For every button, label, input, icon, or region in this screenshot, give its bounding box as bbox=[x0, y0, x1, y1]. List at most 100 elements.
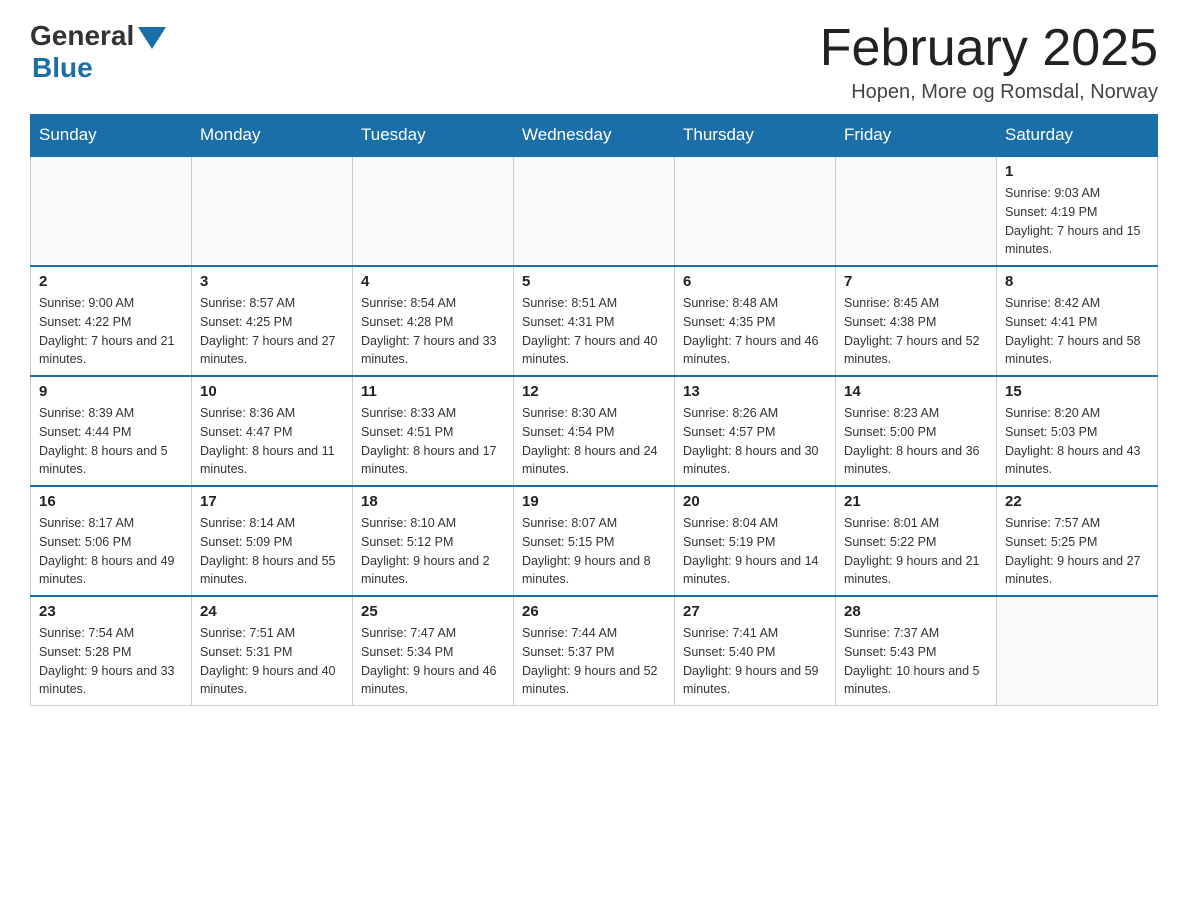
day-of-week-header: Wednesday bbox=[514, 115, 675, 157]
calendar-cell: 12 Sunrise: 8:30 AM Sunset: 4:54 PM Dayli… bbox=[514, 376, 675, 486]
calendar-cell: 15 Sunrise: 8:20 AM Sunset: 5:03 PM Dayli… bbox=[997, 376, 1158, 486]
day-info: Sunrise: 7:41 AM Sunset: 5:40 PM Dayligh… bbox=[683, 624, 827, 699]
day-info: Sunrise: 8:14 AM Sunset: 5:09 PM Dayligh… bbox=[200, 514, 344, 589]
day-info: Sunrise: 8:07 AM Sunset: 5:15 PM Dayligh… bbox=[522, 514, 666, 589]
day-number: 22 bbox=[1005, 493, 1149, 510]
logo: General Blue bbox=[30, 20, 166, 84]
day-number: 4 bbox=[361, 273, 505, 290]
calendar-week-row: 16 Sunrise: 8:17 AM Sunset: 5:06 PM Dayli… bbox=[31, 486, 1158, 596]
calendar-cell bbox=[192, 156, 353, 266]
calendar-cell: 9 Sunrise: 8:39 AM Sunset: 4:44 PM Daylig… bbox=[31, 376, 192, 486]
day-number: 3 bbox=[200, 273, 344, 290]
day-number: 7 bbox=[844, 273, 988, 290]
day-number: 14 bbox=[844, 383, 988, 400]
calendar-cell: 27 Sunrise: 7:41 AM Sunset: 5:40 PM Dayli… bbox=[675, 596, 836, 706]
calendar-week-row: 1 Sunrise: 9:03 AM Sunset: 4:19 PM Daylig… bbox=[31, 156, 1158, 266]
calendar-cell: 6 Sunrise: 8:48 AM Sunset: 4:35 PM Daylig… bbox=[675, 266, 836, 376]
calendar-cell: 25Sunrise: 7:47 AM Sunset: 5:34 PM Dayli… bbox=[353, 596, 514, 706]
day-number: 20 bbox=[683, 493, 827, 510]
day-number: 5 bbox=[522, 273, 666, 290]
calendar-cell bbox=[836, 156, 997, 266]
calendar-cell: 16 Sunrise: 8:17 AM Sunset: 5:06 PM Dayli… bbox=[31, 486, 192, 596]
day-number: 2 bbox=[39, 273, 183, 290]
logo-top: General bbox=[30, 20, 166, 52]
calendar-cell: 11 Sunrise: 8:33 AM Sunset: 4:51 PM Dayli… bbox=[353, 376, 514, 486]
calendar-cell: 28Sunrise: 7:37 AM Sunset: 5:43 PM Dayli… bbox=[836, 596, 997, 706]
month-title: February 2025 bbox=[820, 20, 1158, 77]
day-number: 18 bbox=[361, 493, 505, 510]
calendar-cell: 18 Sunrise: 8:10 AM Sunset: 5:12 PM Dayli… bbox=[353, 486, 514, 596]
calendar-cell: 24Sunrise: 7:51 AM Sunset: 5:31 PM Dayli… bbox=[192, 596, 353, 706]
day-info: Sunrise: 8:48 AM Sunset: 4:35 PM Dayligh… bbox=[683, 294, 827, 369]
day-info: Sunrise: 8:45 AM Sunset: 4:38 PM Dayligh… bbox=[844, 294, 988, 369]
day-info: Sunrise: 8:57 AM Sunset: 4:25 PM Dayligh… bbox=[200, 294, 344, 369]
logo-blue-text: Blue bbox=[32, 52, 93, 84]
calendar-header-row: SundayMondayTuesdayWednesdayThursdayFrid… bbox=[31, 115, 1158, 157]
day-info: Sunrise: 8:17 AM Sunset: 5:06 PM Dayligh… bbox=[39, 514, 183, 589]
day-number: 17 bbox=[200, 493, 344, 510]
day-info: Sunrise: 7:51 AM Sunset: 5:31 PM Dayligh… bbox=[200, 624, 344, 699]
day-info: Sunrise: 7:37 AM Sunset: 5:43 PM Dayligh… bbox=[844, 624, 988, 699]
day-number: 10 bbox=[200, 383, 344, 400]
day-number: 13 bbox=[683, 383, 827, 400]
title-section: February 2025 Hopen, More og Romsdal, No… bbox=[820, 20, 1158, 104]
day-number: 15 bbox=[1005, 383, 1149, 400]
day-info: Sunrise: 8:10 AM Sunset: 5:12 PM Dayligh… bbox=[361, 514, 505, 589]
calendar-cell bbox=[353, 156, 514, 266]
calendar-cell: 26 Sunrise: 7:44 AM Sunset: 5:37 PM Dayli… bbox=[514, 596, 675, 706]
day-info: Sunrise: 8:51 AM Sunset: 4:31 PM Dayligh… bbox=[522, 294, 666, 369]
calendar-cell: 14 Sunrise: 8:23 AM Sunset: 5:00 PM Dayli… bbox=[836, 376, 997, 486]
calendar-cell: 4Sunrise: 8:54 AM Sunset: 4:28 PM Daylig… bbox=[353, 266, 514, 376]
logo-general-text: General bbox=[30, 20, 134, 52]
calendar-cell: 7 Sunrise: 8:45 AM Sunset: 4:38 PM Daylig… bbox=[836, 266, 997, 376]
calendar-cell: 1 Sunrise: 9:03 AM Sunset: 4:19 PM Daylig… bbox=[997, 156, 1158, 266]
day-number: 23 bbox=[39, 603, 183, 620]
day-number: 6 bbox=[683, 273, 827, 290]
day-info: Sunrise: 8:23 AM Sunset: 5:00 PM Dayligh… bbox=[844, 404, 988, 479]
calendar-cell: 10Sunrise: 8:36 AM Sunset: 4:47 PM Dayli… bbox=[192, 376, 353, 486]
calendar-week-row: 9 Sunrise: 8:39 AM Sunset: 4:44 PM Daylig… bbox=[31, 376, 1158, 486]
day-number: 21 bbox=[844, 493, 988, 510]
day-of-week-header: Sunday bbox=[31, 115, 192, 157]
day-number: 26 bbox=[522, 603, 666, 620]
calendar-week-row: 23 Sunrise: 7:54 AM Sunset: 5:28 PM Dayli… bbox=[31, 596, 1158, 706]
calendar-cell: 3 Sunrise: 8:57 AM Sunset: 4:25 PM Daylig… bbox=[192, 266, 353, 376]
day-number: 12 bbox=[522, 383, 666, 400]
day-of-week-header: Friday bbox=[836, 115, 997, 157]
day-number: 1 bbox=[1005, 163, 1149, 180]
day-info: Sunrise: 8:39 AM Sunset: 4:44 PM Dayligh… bbox=[39, 404, 183, 479]
day-info: Sunrise: 7:44 AM Sunset: 5:37 PM Dayligh… bbox=[522, 624, 666, 699]
calendar-cell: 17 Sunrise: 8:14 AM Sunset: 5:09 PM Dayli… bbox=[192, 486, 353, 596]
logo-triangle-icon bbox=[138, 27, 166, 49]
day-info: Sunrise: 8:26 AM Sunset: 4:57 PM Dayligh… bbox=[683, 404, 827, 479]
calendar-cell: 21 Sunrise: 8:01 AM Sunset: 5:22 PM Dayli… bbox=[836, 486, 997, 596]
day-info: Sunrise: 8:33 AM Sunset: 4:51 PM Dayligh… bbox=[361, 404, 505, 479]
day-number: 19 bbox=[522, 493, 666, 510]
day-info: Sunrise: 9:00 AM Sunset: 4:22 PM Dayligh… bbox=[39, 294, 183, 369]
calendar-table: SundayMondayTuesdayWednesdayThursdayFrid… bbox=[30, 114, 1158, 706]
day-info: Sunrise: 8:20 AM Sunset: 5:03 PM Dayligh… bbox=[1005, 404, 1149, 479]
day-of-week-header: Monday bbox=[192, 115, 353, 157]
day-info: Sunrise: 8:01 AM Sunset: 5:22 PM Dayligh… bbox=[844, 514, 988, 589]
day-number: 11 bbox=[361, 383, 505, 400]
location: Hopen, More og Romsdal, Norway bbox=[820, 81, 1158, 104]
day-info: Sunrise: 8:30 AM Sunset: 4:54 PM Dayligh… bbox=[522, 404, 666, 479]
day-info: Sunrise: 8:04 AM Sunset: 5:19 PM Dayligh… bbox=[683, 514, 827, 589]
calendar-cell bbox=[675, 156, 836, 266]
calendar-cell: 19 Sunrise: 8:07 AM Sunset: 5:15 PM Dayli… bbox=[514, 486, 675, 596]
day-info: Sunrise: 7:57 AM Sunset: 5:25 PM Dayligh… bbox=[1005, 514, 1149, 589]
day-number: 27 bbox=[683, 603, 827, 620]
day-number: 8 bbox=[1005, 273, 1149, 290]
calendar-cell bbox=[31, 156, 192, 266]
day-number: 16 bbox=[39, 493, 183, 510]
day-number: 25 bbox=[361, 603, 505, 620]
day-of-week-header: Tuesday bbox=[353, 115, 514, 157]
day-info: Sunrise: 9:03 AM Sunset: 4:19 PM Dayligh… bbox=[1005, 184, 1149, 259]
calendar-cell: 13 Sunrise: 8:26 AM Sunset: 4:57 PM Dayli… bbox=[675, 376, 836, 486]
day-info: Sunrise: 7:54 AM Sunset: 5:28 PM Dayligh… bbox=[39, 624, 183, 699]
day-info: Sunrise: 8:42 AM Sunset: 4:41 PM Dayligh… bbox=[1005, 294, 1149, 369]
calendar-cell: 2 Sunrise: 9:00 AM Sunset: 4:22 PM Daylig… bbox=[31, 266, 192, 376]
day-number: 9 bbox=[39, 383, 183, 400]
page-header: General Blue February 2025 Hopen, More o… bbox=[30, 20, 1158, 104]
calendar-week-row: 2 Sunrise: 9:00 AM Sunset: 4:22 PM Daylig… bbox=[31, 266, 1158, 376]
